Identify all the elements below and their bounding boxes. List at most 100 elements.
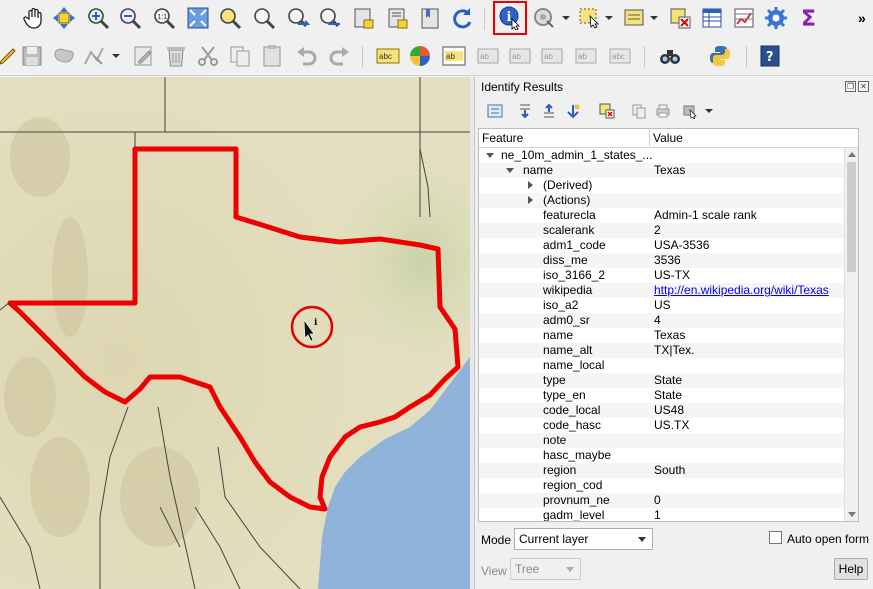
column-header-feature[interactable]: Feature	[479, 129, 650, 147]
attribute-row[interactable]: wikipedia http://en.wikipedia.org/wiki/Te…	[479, 283, 858, 298]
collapse-arrow-icon[interactable]	[528, 181, 533, 189]
undo-icon[interactable]	[292, 42, 320, 70]
settings-gear-icon[interactable]	[762, 4, 790, 32]
attribute-row[interactable]: scalerank 2	[479, 223, 858, 238]
zoom-full-icon[interactable]	[184, 4, 212, 32]
new-bookmark-icon[interactable]	[350, 4, 378, 32]
attribute-row[interactable]: type State	[479, 373, 858, 388]
toolbar-overflow-button[interactable]: »	[858, 10, 866, 26]
rotate-label-icon[interactable]: ab	[572, 42, 600, 70]
attribute-table-icon[interactable]	[698, 4, 726, 32]
close-panel-icon[interactable]: ✕	[858, 81, 869, 92]
save-edits-icon[interactable]	[18, 42, 46, 70]
chevron-down-icon[interactable]	[112, 54, 120, 58]
attribute-row[interactable]: note	[479, 433, 858, 448]
expand-new-results-icon[interactable]	[485, 101, 505, 121]
attribute-row[interactable]: hasc_maybe	[479, 448, 858, 463]
attribute-row[interactable]: adm0_sr 4	[479, 313, 858, 328]
scroll-thumb[interactable]	[847, 162, 856, 272]
map-canvas[interactable]: i	[0, 77, 470, 589]
layer-row[interactable]: ne_10m_admin_1_states_...	[479, 148, 858, 163]
print-icon[interactable]	[653, 101, 673, 121]
refresh-icon[interactable]	[448, 4, 476, 32]
diagram-tool-icon[interactable]	[406, 42, 434, 70]
expand-arrow-icon[interactable]	[486, 153, 494, 158]
move-label-icon[interactable]: ab	[538, 42, 566, 70]
identify-mode-icon[interactable]	[681, 101, 701, 121]
attribute-row[interactable]: name_local	[479, 358, 858, 373]
attribute-row[interactable]: iso_a2 US	[479, 298, 858, 313]
attribute-row[interactable]: name Texas	[479, 328, 858, 343]
auto-open-form-label[interactable]: Auto open form	[787, 532, 869, 546]
pin-labels-icon[interactable]: ab	[474, 42, 502, 70]
attribute-row[interactable]: name_alt TX|Tex.	[479, 343, 858, 358]
attribute-row[interactable]: code_hasc US.TX	[479, 418, 858, 433]
expand-tree-icon[interactable]	[563, 101, 583, 121]
float-panel-icon[interactable]: ❐	[845, 81, 856, 92]
expand-all-icon[interactable]	[515, 101, 535, 121]
attribute-row[interactable]: featurecla Admin-1 scale rank	[479, 208, 858, 223]
copy-icon[interactable]	[226, 42, 254, 70]
chevron-down-icon[interactable]	[562, 16, 570, 20]
collapse-all-icon[interactable]	[539, 101, 559, 121]
scroll-down-icon[interactable]	[848, 512, 856, 517]
clear-results-icon[interactable]	[597, 101, 617, 121]
chevron-down-icon[interactable]	[650, 16, 658, 20]
chevron-down-icon[interactable]	[605, 16, 613, 20]
derived-row[interactable]: (Derived)	[479, 178, 858, 193]
python-console-icon[interactable]	[706, 42, 734, 70]
zoom-to-selection-icon[interactable]	[216, 4, 244, 32]
collapse-arrow-icon[interactable]	[528, 196, 533, 204]
attribute-row[interactable]: region_cod	[479, 478, 858, 493]
pan-to-selection-icon[interactable]	[50, 4, 78, 32]
column-header-value[interactable]: Value	[650, 129, 683, 147]
identify-results-tree[interactable]: Feature Value ne_10m_admin_1_states_... …	[478, 128, 859, 522]
pan-icon[interactable]	[20, 4, 48, 32]
cut-icon[interactable]	[194, 42, 222, 70]
actions-row[interactable]: (Actions)	[479, 193, 858, 208]
help-context-icon[interactable]: ?	[756, 42, 784, 70]
attribute-row[interactable]: gadm_level 1	[479, 508, 858, 521]
add-feature-icon[interactable]	[50, 42, 78, 70]
modify-attributes-icon[interactable]	[130, 42, 158, 70]
wikipedia-link[interactable]: http://en.wikipedia.org/wiki/Texas	[654, 283, 829, 298]
layer-labeling-icon[interactable]: ab	[440, 42, 468, 70]
help-button[interactable]: Help	[834, 558, 868, 580]
zoom-out-icon[interactable]	[116, 4, 144, 32]
zoom-last-icon[interactable]	[284, 4, 312, 32]
highlight-pinned-icon[interactable]: ab	[506, 42, 534, 70]
tree-scrollbar[interactable]	[844, 148, 858, 521]
select-features-icon[interactable]	[576, 4, 604, 32]
show-bookmarks-icon[interactable]	[384, 4, 412, 32]
mode-select[interactable]: Current layer	[514, 528, 653, 550]
vertex-tool-icon[interactable]	[80, 42, 108, 70]
zoom-in-icon[interactable]	[84, 4, 112, 32]
copy-feature-icon[interactable]	[629, 101, 649, 121]
auto-open-form-checkbox[interactable]	[769, 531, 782, 544]
zoom-native-icon[interactable]: 1:1	[150, 4, 178, 32]
chevron-down-icon[interactable]	[705, 109, 713, 113]
feature-row[interactable]: name Texas	[479, 163, 858, 178]
select-by-value-icon[interactable]	[620, 4, 648, 32]
street-view-binoculars-icon[interactable]	[656, 42, 684, 70]
scroll-up-icon[interactable]	[848, 152, 856, 157]
statistics-sigma-icon[interactable]: Σ	[796, 4, 824, 32]
label-tool-icon[interactable]: abc	[374, 42, 402, 70]
view-select[interactable]: Tree	[510, 558, 581, 580]
run-feature-action-icon[interactable]	[530, 4, 558, 32]
bookmarks-icon[interactable]	[416, 4, 444, 32]
attribute-row[interactable]: region South	[479, 463, 858, 478]
attribute-row[interactable]: adm1_code USA-3536	[479, 238, 858, 253]
redo-icon[interactable]	[326, 42, 354, 70]
attribute-row[interactable]: type_en State	[479, 388, 858, 403]
attribute-row[interactable]: diss_me 3536	[479, 253, 858, 268]
identify-features-icon[interactable]: i	[493, 1, 527, 35]
zoom-to-layer-icon[interactable]	[250, 4, 278, 32]
attribute-row[interactable]: code_local US48	[479, 403, 858, 418]
attribute-row[interactable]: iso_3166_2 US-TX	[479, 268, 858, 283]
change-label-icon[interactable]: abc	[606, 42, 634, 70]
expand-arrow-icon[interactable]	[506, 168, 514, 173]
paste-icon[interactable]	[258, 42, 286, 70]
delete-selected-icon[interactable]	[162, 42, 190, 70]
zoom-next-icon[interactable]	[316, 4, 344, 32]
